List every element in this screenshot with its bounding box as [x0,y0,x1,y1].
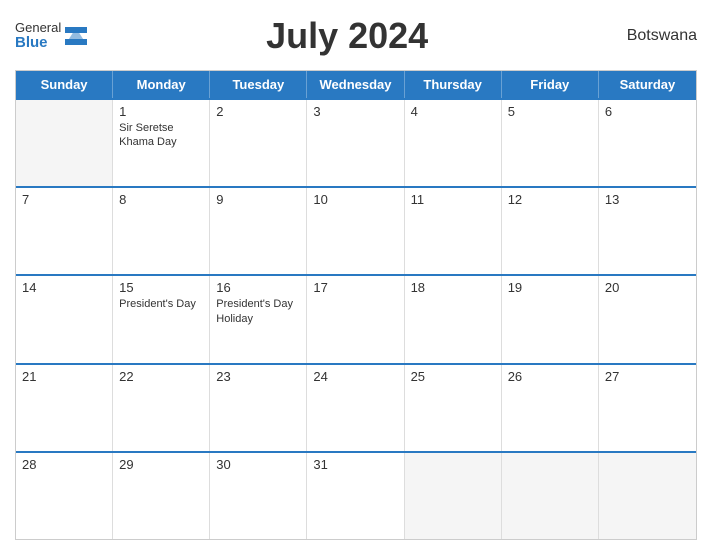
cell-w3-d4: 18 [405,276,502,362]
cell-w4-d5: 26 [502,365,599,451]
cell-w4-d1: 22 [113,365,210,451]
day-number: 24 [313,369,397,384]
cell-w4-d3: 24 [307,365,404,451]
cell-w2-d4: 11 [405,188,502,274]
day-number: 12 [508,192,592,207]
cell-w3-d2: 16 President's Day Holiday [210,276,307,362]
cell-w5-d1: 29 [113,453,210,539]
day-number: 13 [605,192,690,207]
day-number: 10 [313,192,397,207]
day-number: 3 [313,104,397,119]
cell-w1-d6: 6 [599,100,696,186]
cell-w5-d4 [405,453,502,539]
cell-w3-d1: 15 President's Day [113,276,210,362]
cell-w2-d6: 13 [599,188,696,274]
logo-general: General [15,21,61,35]
cell-w3-d0: 14 [16,276,113,362]
cell-w2-d3: 10 [307,188,404,274]
cell-w4-d4: 25 [405,365,502,451]
calendar-header: Sunday Monday Tuesday Wednesday Thursday… [16,71,696,98]
cell-w1-d3: 3 [307,100,404,186]
day-number: 22 [119,369,203,384]
page: General Blue July 2024 Botswana Sunday M… [0,0,712,550]
week-5: 28 29 30 31 [16,451,696,539]
cell-w1-d5: 5 [502,100,599,186]
day-number: 11 [411,192,495,207]
event-label: President's Day Holiday [216,297,300,326]
day-number: 18 [411,280,495,295]
day-number: 23 [216,369,300,384]
day-number: 7 [22,192,106,207]
day-number: 29 [119,457,203,472]
flag-icon [65,27,87,45]
day-number: 15 [119,280,203,295]
cell-w3-d5: 19 [502,276,599,362]
week-4: 21 22 23 24 25 26 27 [16,363,696,451]
header-friday: Friday [502,71,599,98]
cell-w1-d1: 1 Sir Seretse Khama Day [113,100,210,186]
day-number: 9 [216,192,300,207]
day-number: 28 [22,457,106,472]
day-number: 26 [508,369,592,384]
day-number: 2 [216,104,300,119]
calendar-body: 1Sir Seretse Khama Day234567891011121314… [16,98,696,539]
header: General Blue July 2024 Botswana [15,10,697,62]
header-monday: Monday [113,71,210,98]
day-number: 25 [411,369,495,384]
cell-w2-d0: 7 [16,188,113,274]
country-name: Botswana [607,27,697,45]
cell-w1-d2: 2 [210,100,307,186]
cell-w5-d2: 30 [210,453,307,539]
logo-blue: Blue [15,35,48,52]
header-sunday: Sunday [16,71,113,98]
cell-w3-d3: 17 [307,276,404,362]
day-number: 20 [605,280,690,295]
day-number: 21 [22,369,106,384]
day-number: 8 [119,192,203,207]
header-wednesday: Wednesday [307,71,404,98]
cell-w2-d5: 12 [502,188,599,274]
logo: General Blue [15,21,87,52]
cell-w2-d2: 9 [210,188,307,274]
cell-w5-d6 [599,453,696,539]
calendar: Sunday Monday Tuesday Wednesday Thursday… [15,70,697,540]
day-number: 30 [216,457,300,472]
event-label: Sir Seretse Khama Day [119,121,203,150]
event-label: President's Day [119,297,203,311]
calendar-title: July 2024 [87,15,607,57]
day-number: 1 [119,104,203,119]
header-tuesday: Tuesday [210,71,307,98]
day-number: 14 [22,280,106,295]
header-saturday: Saturday [599,71,696,98]
cell-w4-d2: 23 [210,365,307,451]
day-number: 27 [605,369,690,384]
cell-w5-d5 [502,453,599,539]
cell-w4-d0: 21 [16,365,113,451]
cell-w4-d6: 27 [599,365,696,451]
week-2: 789 10 11 12 13 [16,186,696,274]
cell-w5-d3: 31 [307,453,404,539]
day-number: 17 [313,280,397,295]
header-thursday: Thursday [405,71,502,98]
cell-w5-d0: 28 [16,453,113,539]
day-number: 16 [216,280,300,295]
week-3: 14 15 President's Day 16 President's Day Hol… [16,274,696,362]
day-number: 6 [605,104,690,119]
cell-w1-d0 [16,100,113,186]
day-number: 5 [508,104,592,119]
cell-w3-d6: 20 [599,276,696,362]
day-number: 31 [313,457,397,472]
day-number: 19 [508,280,592,295]
cell-w2-d1: 8 [113,188,210,274]
day-number: 4 [411,104,495,119]
week-1: 1 Sir Seretse Khama Day 23456 [16,98,696,186]
cell-w1-d4: 4 [405,100,502,186]
